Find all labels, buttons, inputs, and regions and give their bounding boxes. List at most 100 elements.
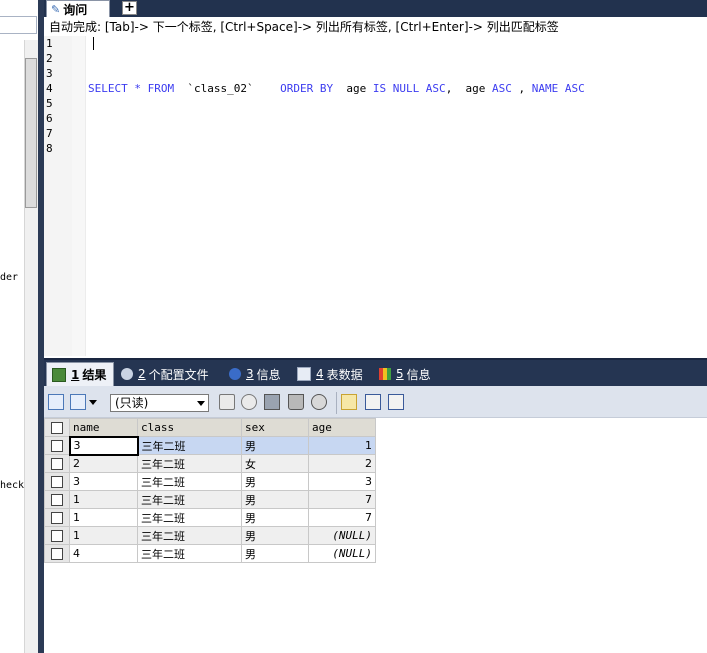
column-header-name[interactable]: name <box>69 418 138 437</box>
line-number: 2 <box>46 52 53 65</box>
cell-name[interactable]: 3 <box>69 472 138 491</box>
text-caret <box>93 37 94 50</box>
row-checkbox[interactable] <box>44 544 70 563</box>
line-number: 1 <box>46 37 53 50</box>
tab-messages[interactable]: 3 信息 <box>224 362 290 386</box>
cell-sex[interactable]: 男 <box>241 508 309 527</box>
tab-label: 结果 <box>82 368 107 382</box>
sql-keyword: ORDER BY <box>280 82 334 95</box>
sql-keyword: SELECT <box>88 82 128 95</box>
sql-token: , <box>511 82 532 95</box>
result-grid: name class sex age 3 三年二班 男 1 2 三年二班 女 2 <box>44 418 376 563</box>
column-header-sex[interactable]: sex <box>241 418 309 437</box>
cell-name[interactable]: 1 <box>69 490 138 509</box>
duplicate-row-icon[interactable] <box>241 394 257 410</box>
tab-label: 信息 <box>256 367 281 382</box>
delete-icon[interactable] <box>288 394 304 410</box>
tab-profiles[interactable]: 2 个配置文件 <box>116 362 220 386</box>
cell-class[interactable]: 三年二班 <box>137 472 242 491</box>
cell-sex[interactable]: 男 <box>241 472 309 491</box>
tab-label: 表数据 <box>326 367 363 382</box>
sql-keyword: IS NULL ASC <box>372 82 446 95</box>
cell-class[interactable]: 三年二班 <box>137 454 242 473</box>
cell-age[interactable]: (NULL) <box>308 544 376 563</box>
table-row[interactable]: 4 三年二班 男 (NULL) <box>44 544 376 563</box>
cell-class[interactable]: 三年二班 <box>137 526 242 545</box>
import-icon[interactable] <box>70 394 86 410</box>
toolbar-divider <box>336 392 337 414</box>
query-tab-bar <box>44 0 707 17</box>
cell-age[interactable]: 3 <box>308 472 376 491</box>
cell-age[interactable]: (NULL) <box>308 526 376 545</box>
table-row[interactable]: 2 三年二班 女 2 <box>44 454 376 473</box>
form-view-icon[interactable] <box>365 394 381 410</box>
object-filter-input[interactable] <box>0 16 37 34</box>
add-tab-button[interactable]: + <box>122 1 137 15</box>
readonly-select[interactable]: (只读) <box>110 394 209 412</box>
add-row-icon[interactable] <box>219 394 235 410</box>
info-icon <box>229 368 241 380</box>
sql-column-name: , age <box>445 82 493 95</box>
column-header-age[interactable]: age <box>308 418 376 437</box>
cell-class[interactable]: 三年二班 <box>137 544 242 563</box>
tab-query[interactable]: ✎ 询问 <box>46 0 110 17</box>
sql-table-name: `class_02` <box>174 82 281 95</box>
row-checkbox[interactable] <box>44 436 70 455</box>
chevron-down-icon[interactable] <box>89 400 97 405</box>
cell-age[interactable]: 1 <box>308 436 376 455</box>
line-number: 8 <box>46 142 53 155</box>
profile-icon <box>121 368 133 380</box>
sql-editor-line[interactable]: SELECT * FROM `class_02` ORDER BY age IS… <box>88 81 585 96</box>
cell-age[interactable]: 2 <box>308 454 376 473</box>
tab-info[interactable]: 5 信息 <box>374 362 440 386</box>
grid-header-row: name class sex age <box>44 418 376 437</box>
table-row[interactable]: 1 三年二班 男 7 <box>44 490 376 509</box>
cancel-changes-icon[interactable] <box>311 394 327 410</box>
cell-class[interactable]: 三年二班 <box>137 436 242 455</box>
tab-number: 1 <box>71 367 80 382</box>
line-number: 3 <box>46 67 53 80</box>
column-header-class[interactable]: class <box>137 418 242 437</box>
cell-sex[interactable]: 男 <box>241 436 309 455</box>
grid-view-icon[interactable] <box>341 394 357 410</box>
line-number: 6 <box>46 112 53 125</box>
text-view-icon[interactable] <box>388 394 404 410</box>
row-checkbox[interactable] <box>44 454 70 473</box>
cell-class[interactable]: 三年二班 <box>137 508 242 527</box>
cell-name[interactable]: 1 <box>69 508 138 527</box>
select-all-checkbox[interactable] <box>44 418 70 437</box>
table-icon <box>297 367 311 381</box>
table-row[interactable]: 3 三年二班 男 3 <box>44 472 376 491</box>
line-number: 5 <box>46 97 53 110</box>
cell-name[interactable]: 4 <box>69 544 138 563</box>
sql-keyword: NAME ASC <box>531 82 585 95</box>
row-checkbox[interactable] <box>44 508 70 527</box>
grid-results-icon <box>52 367 66 382</box>
export-icon[interactable] <box>48 394 64 410</box>
cell-name[interactable]: 3 <box>68 435 139 456</box>
cell-sex[interactable]: 女 <box>241 454 309 473</box>
cell-class[interactable]: 三年二班 <box>137 490 242 509</box>
save-icon[interactable] <box>264 394 280 410</box>
readonly-select-value: (只读) <box>115 396 149 410</box>
cell-sex[interactable]: 男 <box>241 526 309 545</box>
cell-name[interactable]: 2 <box>69 454 138 473</box>
tree-item-fragment[interactable]: heck <box>0 480 24 491</box>
cell-sex[interactable]: 男 <box>241 490 309 509</box>
table-row[interactable]: 3 三年二班 男 1 <box>44 435 376 456</box>
cell-age[interactable]: 7 <box>308 508 376 527</box>
row-checkbox[interactable] <box>44 526 70 545</box>
row-checkbox[interactable] <box>44 490 70 509</box>
tab-number: 2 <box>138 367 146 381</box>
tab-table-data[interactable]: 4 表数据 <box>292 362 372 386</box>
object-browser-scroll-thumb[interactable] <box>25 58 37 208</box>
cell-age[interactable]: 7 <box>308 490 376 509</box>
table-row[interactable]: 1 三年二班 男 7 <box>44 508 376 527</box>
row-checkbox[interactable] <box>44 472 70 491</box>
cell-sex[interactable]: 男 <box>241 544 309 563</box>
table-row[interactable]: 1 三年二班 男 (NULL) <box>44 526 376 545</box>
cell-name[interactable]: 1 <box>69 526 138 545</box>
sql-keyword: ASC <box>492 82 512 95</box>
tab-results[interactable]: 1 结果 <box>46 362 114 386</box>
tree-item-fragment[interactable]: der <box>0 272 18 283</box>
